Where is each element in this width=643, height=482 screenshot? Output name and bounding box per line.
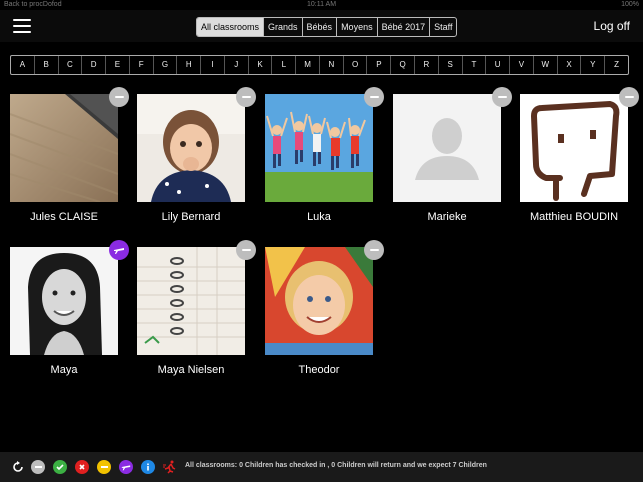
child-photo[interactable] — [393, 94, 501, 202]
absent-badge[interactable] — [492, 87, 512, 107]
absent-badge[interactable] — [619, 87, 639, 107]
child-photo[interactable] — [265, 247, 373, 355]
pending-icon[interactable] — [97, 460, 111, 474]
refresh-icon[interactable] — [11, 460, 25, 474]
child-name: Luka — [307, 211, 331, 223]
children-grid: Jules CLAISE Lily Bernard Luka Marieke M… — [0, 0, 643, 482]
child-name: Maya Nielsen — [157, 364, 225, 376]
vacation-badge[interactable] — [109, 240, 129, 260]
child-card: Luka — [265, 87, 384, 223]
attendance-summary: All classrooms: 0 Children has checked i… — [185, 462, 487, 469]
child-name: Theodor — [298, 364, 340, 376]
absent-badge[interactable] — [236, 240, 256, 260]
child-name: Matthieu BOUDIN — [529, 211, 619, 223]
absent-badge[interactable] — [364, 87, 384, 107]
child-card: Maya — [10, 240, 129, 376]
child-name: Maya — [50, 364, 78, 376]
child-card: Jules CLAISE — [10, 87, 129, 223]
airplane-icon — [114, 248, 124, 254]
runner-icon[interactable] — [163, 460, 177, 474]
child-photo[interactable] — [10, 94, 118, 202]
child-card: Maya Nielsen — [137, 240, 256, 376]
checked-in-icon[interactable] — [53, 460, 67, 474]
child-photo[interactable] — [10, 247, 118, 355]
child-photo[interactable] — [137, 94, 245, 202]
child-name: Marieke — [427, 211, 467, 223]
absent-badge[interactable] — [364, 240, 384, 260]
child-card: Theodor — [265, 240, 384, 376]
child-photo[interactable] — [265, 94, 373, 202]
child-card: Lily Bernard — [137, 87, 256, 223]
child-photo[interactable] — [137, 247, 245, 355]
cancel-icon[interactable] — [75, 460, 89, 474]
absent-badge[interactable] — [236, 87, 256, 107]
absent-icon[interactable] — [31, 460, 45, 474]
absent-badge[interactable] — [109, 87, 129, 107]
child-name: Jules CLAISE — [30, 211, 98, 223]
bottom-bar: All classrooms: 0 Children has checked i… — [0, 452, 643, 482]
child-card: Matthieu BOUDIN — [520, 87, 639, 223]
child-card: Marieke — [393, 87, 512, 223]
child-photo[interactable] — [520, 94, 628, 202]
child-name: Lily Bernard — [161, 211, 221, 223]
info-icon[interactable] — [141, 460, 155, 474]
vacation-icon[interactable] — [119, 460, 133, 474]
